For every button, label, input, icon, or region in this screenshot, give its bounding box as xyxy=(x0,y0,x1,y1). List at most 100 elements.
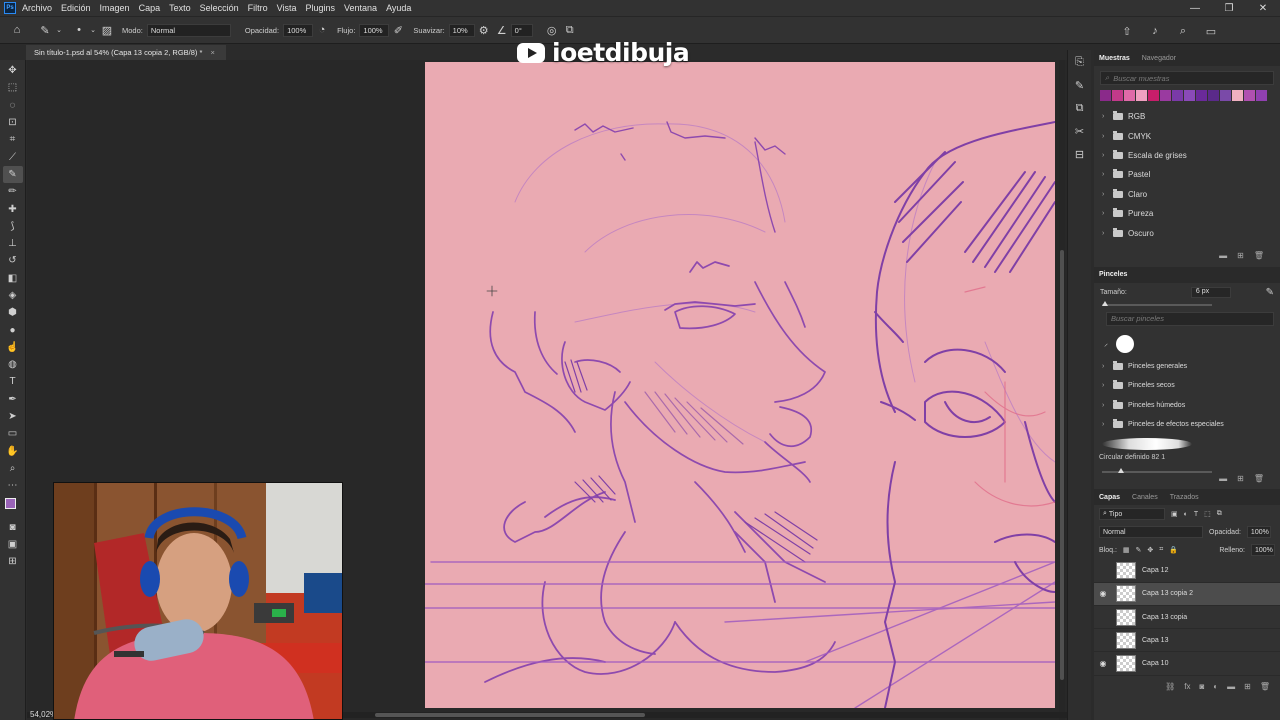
color-swatch[interactable] xyxy=(1112,90,1123,101)
color-swatch[interactable] xyxy=(1100,90,1111,101)
lock-position-icon[interactable]: ✥ xyxy=(1147,546,1153,554)
new-group-icon[interactable]: ▬ xyxy=(1219,251,1227,260)
brush-size-field[interactable]: 6 px xyxy=(1190,286,1231,298)
swatch-folder-oscuro[interactable]: › Oscuro xyxy=(1094,223,1280,242)
menu-seleccion[interactable]: Selección xyxy=(200,3,239,13)
search-icon[interactable]: ⌕ xyxy=(1174,22,1192,40)
menu-vista[interactable]: Vista xyxy=(277,3,297,13)
healing-tool-icon[interactable]: ✚ xyxy=(3,200,23,217)
chevron-down-icon[interactable]: ⌄ xyxy=(88,21,98,39)
mode-select[interactable]: Normal xyxy=(146,23,231,37)
close-window-button[interactable]: ✕ xyxy=(1246,0,1280,16)
slider-knob[interactable] xyxy=(1118,468,1124,474)
trash-icon[interactable]: 🗑 xyxy=(1254,251,1264,260)
menu-texto[interactable]: Texto xyxy=(169,3,191,13)
brush-folder-humedos[interactable]: › Pinceles húmedos xyxy=(1094,396,1280,415)
vertical-scroll-thumb[interactable] xyxy=(1060,250,1064,680)
color-swatch[interactable] xyxy=(1256,90,1267,101)
pencil-tool-icon[interactable]: ✏ xyxy=(3,183,23,200)
eraser-tool-icon[interactable]: ◧ xyxy=(3,270,23,287)
fill-field[interactable]: 100% xyxy=(1251,544,1275,557)
menu-capa[interactable]: Capa xyxy=(139,3,161,13)
layer-name[interactable]: Capa 13 xyxy=(1142,637,1168,644)
bucket-tool-icon[interactable]: ◈ xyxy=(3,287,23,304)
color-swatch[interactable] xyxy=(1244,90,1255,101)
smooth-field[interactable]: 10% xyxy=(448,23,475,37)
edit-toolbar-icon[interactable]: ⊞ xyxy=(3,553,23,570)
layer-name[interactable]: Capa 13 copia 2 xyxy=(1142,590,1193,597)
color-swatch[interactable] xyxy=(1208,90,1219,101)
eye-icon[interactable]: ◉ xyxy=(1094,589,1112,598)
layer-name[interactable]: Capa 12 xyxy=(1142,567,1168,574)
layer-row[interactable]: ◉ Capa 10 xyxy=(1094,652,1280,676)
tab-trazados[interactable]: Trazados xyxy=(1170,494,1199,501)
layer-opacity-field[interactable]: 100% xyxy=(1246,526,1271,539)
pressure-opacity-icon[interactable]: ◔ xyxy=(313,21,331,39)
smudge-tool-icon[interactable]: ☝ xyxy=(3,339,23,356)
angle-field[interactable]: 0° xyxy=(510,23,533,37)
color-swatch[interactable] xyxy=(1160,90,1171,101)
filter-shape-icon[interactable]: ⬚ xyxy=(1204,510,1211,518)
menu-ayuda[interactable]: Ayuda xyxy=(386,3,411,13)
vertical-scrollbar[interactable] xyxy=(1059,60,1065,720)
swatches-search-input[interactable]: ⌕ Buscar muestras xyxy=(1100,71,1274,85)
path-select-tool-icon[interactable]: ➤ xyxy=(3,408,23,425)
properties-icon[interactable]: ⧉ xyxy=(1071,102,1089,115)
history-brush-tool-icon[interactable]: ↺ xyxy=(3,252,23,269)
lock-pixels-icon[interactable]: ▦ xyxy=(1123,546,1130,554)
history-icon[interactable]: ⎘ xyxy=(1071,56,1089,69)
add-mask-icon[interactable]: ◙ xyxy=(1199,682,1204,691)
hand-tool-icon[interactable]: ✋ xyxy=(3,443,23,460)
swatch-folder-rgb[interactable]: › RGB xyxy=(1094,107,1280,126)
lock-all-icon[interactable]: 🔒 xyxy=(1169,546,1178,554)
new-group-icon[interactable]: ▬ xyxy=(1227,682,1235,691)
mixer-brush-tool-icon[interactable]: ⟆ xyxy=(3,218,23,235)
brush-folder-efectos[interactable]: › Pinceles de efectos especiales xyxy=(1094,415,1280,434)
layer-row[interactable]: Capa 13 copia xyxy=(1094,606,1280,630)
tab-canales[interactable]: Canales xyxy=(1132,494,1158,501)
more-tools-icon[interactable]: ⋯ xyxy=(3,477,23,494)
brush-edit-icon[interactable]: ✎ xyxy=(1266,287,1274,298)
rectangle-tool-icon[interactable]: ▭ xyxy=(3,425,23,442)
eye-icon[interactable]: ◉ xyxy=(1094,659,1112,668)
lasso-tool-icon[interactable]: ◌ xyxy=(3,97,23,114)
swatch-folder-claro[interactable]: › Claro xyxy=(1094,185,1280,204)
object-select-tool-icon[interactable]: ⊡ xyxy=(3,114,23,131)
flow-field[interactable]: 100% xyxy=(359,23,390,37)
chevron-right-icon[interactable]: › xyxy=(1102,421,1108,428)
color-swatch[interactable] xyxy=(1172,90,1183,101)
symmetry-icon[interactable]: ⧉ xyxy=(561,21,579,39)
brush-size-icon[interactable]: • xyxy=(70,21,88,39)
brush-settings-icon[interactable]: ▨ xyxy=(98,21,116,39)
tab-muestras[interactable]: Muestras xyxy=(1099,55,1130,62)
brush-size-slider[interactable] xyxy=(1102,300,1212,306)
libraries-icon[interactable]: ⊟ xyxy=(1071,148,1089,161)
fx-icon[interactable]: fx xyxy=(1184,682,1190,691)
swatch-folder-grayscale[interactable]: › Escala de grises xyxy=(1094,146,1280,165)
color-swatches[interactable] xyxy=(3,496,23,518)
new-swatch-icon[interactable]: ⊞ xyxy=(1237,251,1244,260)
tab-pinceles[interactable]: Pinceles xyxy=(1099,271,1127,278)
chevron-right-icon[interactable]: › xyxy=(1102,363,1108,370)
chevron-down-icon[interactable]: ⌄ xyxy=(54,21,64,39)
move-tool-icon[interactable]: ✥ xyxy=(3,62,23,79)
horizontal-scroll-thumb[interactable] xyxy=(375,713,645,717)
chevron-right-icon[interactable]: › xyxy=(1102,191,1108,198)
lock-artboard-icon[interactable]: ⌗ xyxy=(1159,546,1163,554)
eyedropper-tool-icon[interactable]: ⟋ xyxy=(3,148,23,165)
brush-tool-icon[interactable]: ✎ xyxy=(2,165,23,184)
menu-imagen[interactable]: Imagen xyxy=(100,3,130,13)
chevron-right-icon[interactable]: › xyxy=(1102,210,1108,217)
adjustment-layer-icon[interactable]: ◐ xyxy=(1213,682,1218,691)
screen-mode-icon[interactable]: ▣ xyxy=(3,536,23,553)
swatch-folder-pureza[interactable]: › Pureza xyxy=(1094,204,1280,223)
layer-row[interactable]: ◉ Capa 13 copia 2 xyxy=(1094,582,1280,606)
pen-tool-icon[interactable]: ✒ xyxy=(3,391,23,408)
layer-filter-select[interactable]: ⌕ Tipo xyxy=(1099,508,1165,521)
minimize-button[interactable]: — xyxy=(1178,0,1212,16)
swatch-folder-pastel[interactable]: › Pastel xyxy=(1094,165,1280,184)
brush-folder-generales[interactable]: › Pinceles generales xyxy=(1094,357,1280,376)
opacity-field[interactable]: 100% xyxy=(283,23,314,37)
tab-capas[interactable]: Capas xyxy=(1099,494,1120,501)
color-swatch[interactable] xyxy=(1184,90,1195,101)
